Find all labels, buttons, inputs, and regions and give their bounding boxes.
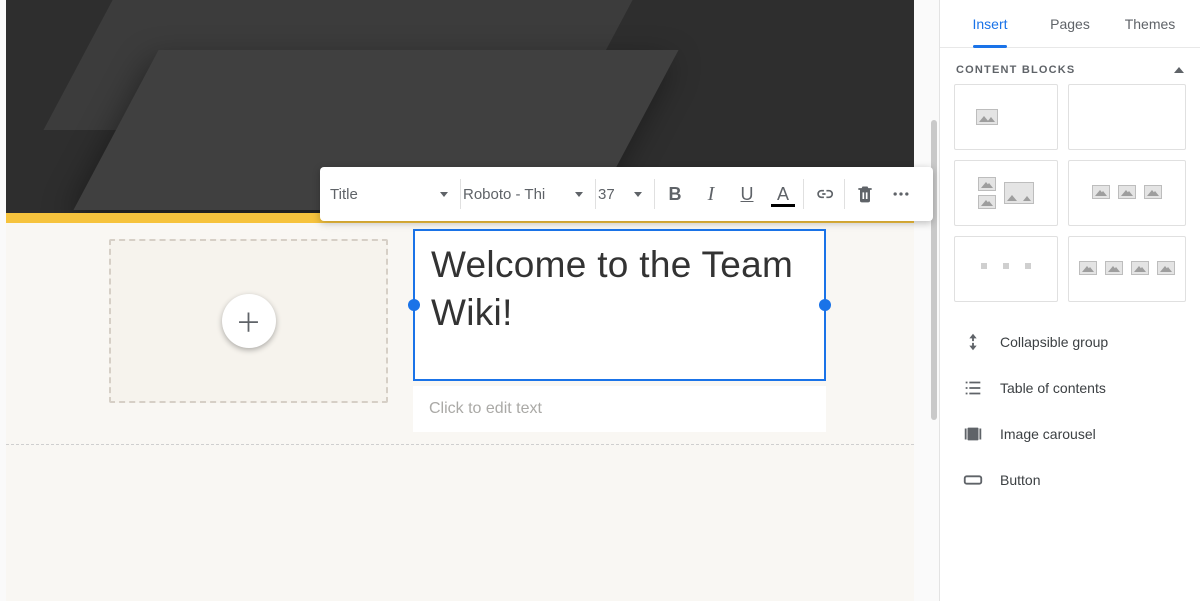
chevron-down-icon <box>634 192 642 197</box>
layout-template-three-text[interactable] <box>954 236 1058 302</box>
empty-content-slot[interactable]: ＋ <box>109 239 388 403</box>
title-text[interactable]: Welcome to the Team Wiki! <box>431 241 808 337</box>
widget-button[interactable]: Button <box>940 457 1200 503</box>
widget-collapsible-group[interactable]: Collapsible group <box>940 319 1200 365</box>
add-content-button[interactable]: ＋ <box>222 294 276 348</box>
page-content-section: ＋ Welcome to the Team Wiki! Click to edi… <box>6 223 914 601</box>
resize-handle-right[interactable] <box>819 299 831 311</box>
layout-template-image-text[interactable] <box>954 84 1058 150</box>
widget-label: Collapsible group <box>1000 334 1108 350</box>
more-horizontal-icon <box>891 184 911 204</box>
right-sidebar: Insert Pages Themes CONTENT BLOCKS <box>940 0 1200 601</box>
delete-button[interactable] <box>847 176 883 212</box>
text-style-label: Title <box>330 186 358 203</box>
tab-insert[interactable]: Insert <box>950 0 1030 47</box>
subtitle-text-box[interactable]: Click to edit text <box>413 386 826 432</box>
resize-handle-left[interactable] <box>408 299 420 311</box>
content-blocks-label: CONTENT BLOCKS <box>956 64 1075 76</box>
italic-button[interactable]: I <box>693 176 729 212</box>
link-icon <box>814 184 834 204</box>
widget-image-carousel[interactable]: Image carousel <box>940 411 1200 457</box>
bold-button[interactable]: B <box>657 176 693 212</box>
widget-table-of-contents[interactable]: Table of contents <box>940 365 1200 411</box>
widgets-list: Collapsible group Table of contents Imag… <box>940 312 1200 503</box>
chevron-down-icon <box>440 192 448 197</box>
tab-pages[interactable]: Pages <box>1030 0 1110 47</box>
content-blocks-grid <box>940 84 1200 312</box>
row-divider <box>6 444 914 445</box>
text-style-dropdown[interactable]: Title <box>330 167 458 221</box>
tab-themes[interactable]: Themes <box>1110 0 1190 47</box>
title-text-box[interactable]: Welcome to the Team Wiki! <box>413 229 826 381</box>
text-format-toolbar: Title Roboto - Thi 37 B I U A <box>320 167 933 221</box>
layout-template-collage[interactable] <box>954 160 1058 226</box>
widget-label: Button <box>1000 472 1040 488</box>
content-blocks-header[interactable]: CONTENT BLOCKS <box>940 48 1200 84</box>
layout-template-three-column[interactable] <box>1068 160 1186 226</box>
canvas-scrollbar[interactable] <box>931 0 937 601</box>
carousel-icon <box>962 423 984 445</box>
trash-icon <box>855 184 875 204</box>
layout-template-gallery-row[interactable] <box>1068 236 1186 302</box>
font-family-label: Roboto - Thi <box>463 186 545 203</box>
chevron-down-icon <box>575 192 583 197</box>
toc-icon <box>962 377 984 399</box>
underline-button[interactable]: U <box>729 176 765 212</box>
button-icon <box>962 469 984 491</box>
more-options-button[interactable] <box>883 176 919 212</box>
insert-link-button[interactable] <box>806 176 842 212</box>
chevron-up-icon <box>1174 67 1184 73</box>
subtitle-placeholder: Click to edit text <box>429 400 542 418</box>
layout-template-two-images[interactable] <box>1068 84 1186 150</box>
sidebar-tabs: Insert Pages Themes <box>940 0 1200 48</box>
widget-label: Table of contents <box>1000 380 1106 396</box>
font-size-dropdown[interactable]: 37 <box>598 167 652 221</box>
text-color-button[interactable]: A <box>765 176 801 212</box>
widget-label: Image carousel <box>1000 426 1096 442</box>
collapsible-icon <box>962 331 984 353</box>
font-size-label: 37 <box>598 186 615 203</box>
font-family-dropdown[interactable]: Roboto - Thi <box>463 167 593 221</box>
canvas-area: ＋ Welcome to the Team Wiki! Click to edi… <box>0 0 940 601</box>
